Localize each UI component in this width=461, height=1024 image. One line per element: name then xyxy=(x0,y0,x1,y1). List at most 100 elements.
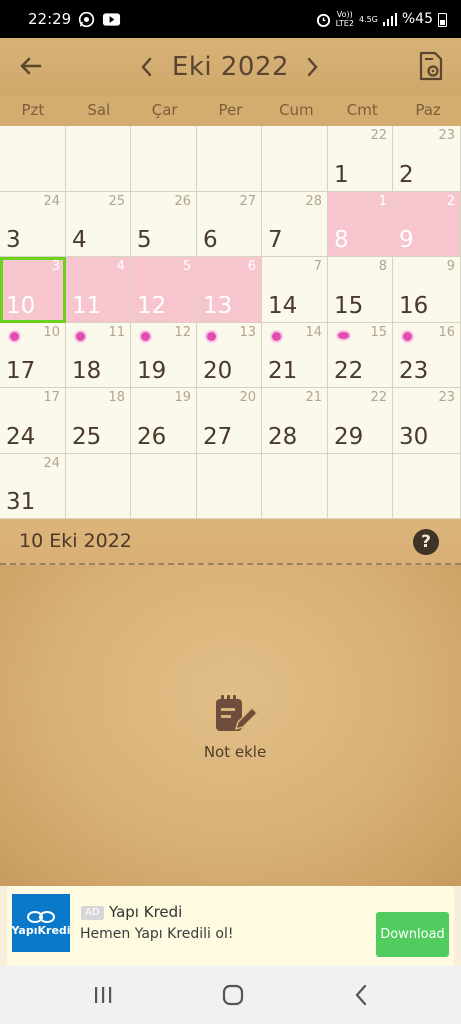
ad-banner[interactable]: YapıKredi AD Yapı Kredi Hemen Yapı Kredi… xyxy=(7,886,454,966)
day-number: 23 xyxy=(399,358,429,384)
status-time: 22:29 xyxy=(28,10,72,28)
fertility-dot-icon xyxy=(336,330,351,341)
lunar-day-number: 21 xyxy=(305,390,322,405)
day-number: 29 xyxy=(334,424,364,450)
lunar-day-number: 10 xyxy=(43,325,60,340)
lunar-day-number: 4 xyxy=(116,259,125,274)
day-cell[interactable]: 29 xyxy=(393,192,461,257)
day-number: 13 xyxy=(203,293,233,319)
empty-day-cell xyxy=(131,454,197,519)
calendar-grid: 22 1 23 2 24 3 25 4 26 5 27 6 28 7 1 8 2 9 3 10 4 11 5 12 6 13 7 14… xyxy=(0,126,461,519)
day-cell[interactable]: 18 25 xyxy=(66,388,131,454)
day-number: 18 xyxy=(72,358,102,384)
day-cell[interactable]: 7 14 xyxy=(262,257,328,323)
day-number: 15 xyxy=(334,293,364,319)
day-cell[interactable]: 19 26 xyxy=(131,388,197,454)
day-cell[interactable]: 6 13 xyxy=(197,257,262,323)
lunar-day-number: 8 xyxy=(378,259,387,274)
day-cell[interactable]: 4 11 xyxy=(66,257,131,323)
weekday-label: Cmt xyxy=(346,101,378,119)
fertility-dot-icon xyxy=(74,330,87,343)
lunar-day-number: 24 xyxy=(43,456,60,471)
day-number: 1 xyxy=(334,162,349,188)
lunar-day-number: 3 xyxy=(51,259,60,274)
day-cell[interactable]: 20 27 xyxy=(197,388,262,454)
empty-day-cell xyxy=(66,126,131,192)
status-bar: 22:29 Vo)) LTE2 4.5G %45 xyxy=(0,0,461,38)
whatsapp-icon xyxy=(79,11,95,27)
day-cell[interactable]: 22 1 xyxy=(328,126,393,192)
day-cell[interactable]: 12 19 xyxy=(131,323,197,388)
day-cell[interactable]: 23 2 xyxy=(393,126,461,192)
back-nav-icon[interactable] xyxy=(350,982,372,1008)
fertility-dot-icon xyxy=(270,330,283,343)
volte-indicator: Vo)) LTE2 xyxy=(335,10,354,28)
fertility-dot-icon xyxy=(401,330,414,343)
lunar-day-number: 25 xyxy=(108,194,125,209)
chevron-right-icon[interactable] xyxy=(303,54,323,80)
day-number: 30 xyxy=(399,424,429,450)
lunar-day-number: 27 xyxy=(239,194,256,209)
lunar-day-number: 14 xyxy=(305,325,322,340)
day-cell[interactable]: 16 23 xyxy=(393,323,461,388)
day-cell[interactable]: 9 16 xyxy=(393,257,461,323)
day-number: 9 xyxy=(399,227,414,253)
day-cell[interactable]: 15 22 xyxy=(328,323,393,388)
empty-day-cell xyxy=(197,454,262,519)
advertiser-logo: YapıKredi xyxy=(11,894,71,952)
add-note-button[interactable]: Not ekle xyxy=(190,693,280,761)
day-cell[interactable]: 22 29 xyxy=(328,388,393,454)
day-cell[interactable]: 27 6 xyxy=(197,192,262,257)
lunar-day-number: 24 xyxy=(43,194,60,209)
day-number: 19 xyxy=(137,358,167,384)
day-cell[interactable]: 14 21 xyxy=(262,323,328,388)
day-cell[interactable]: 21 28 xyxy=(262,388,328,454)
day-cell[interactable]: 13 20 xyxy=(197,323,262,388)
help-icon[interactable]: ? xyxy=(413,529,439,555)
alarm-icon xyxy=(316,13,330,27)
day-number: 16 xyxy=(399,293,429,319)
day-cell[interactable]: 24 31 xyxy=(0,454,66,519)
chevron-left-icon[interactable] xyxy=(136,54,156,80)
month-title: Eki 2022 xyxy=(171,52,290,82)
battery-percent: %45 xyxy=(401,11,433,27)
lunar-day-number: 26 xyxy=(174,194,191,209)
day-cell[interactable]: 5 12 xyxy=(131,257,197,323)
day-cell[interactable]: 10 17 xyxy=(0,323,66,388)
empty-day-cell xyxy=(0,126,66,192)
document-settings-icon[interactable] xyxy=(416,50,446,82)
weekday-label: Pzt xyxy=(21,101,45,119)
day-cell[interactable]: 28 7 xyxy=(262,192,328,257)
network-type: 4.5G xyxy=(358,14,378,24)
day-cell[interactable]: 11 18 xyxy=(66,323,131,388)
recent-apps-icon[interactable] xyxy=(92,982,114,1008)
app-toolbar: Eki 2022 xyxy=(0,38,461,96)
fertility-dot-icon xyxy=(205,330,218,343)
lunar-day-number: 22 xyxy=(370,390,387,405)
day-cell[interactable]: 24 3 xyxy=(0,192,66,257)
arrow-left-icon[interactable] xyxy=(16,51,46,81)
day-number: 3 xyxy=(6,227,21,253)
day-cell[interactable]: 23 30 xyxy=(393,388,461,454)
lunar-day-number: 28 xyxy=(305,194,322,209)
notes-area: Not ekle xyxy=(0,565,461,886)
day-cell[interactable]: 26 5 xyxy=(131,192,197,257)
day-cell[interactable]: 8 15 xyxy=(328,257,393,323)
day-cell[interactable]: 18 xyxy=(328,192,393,257)
add-note-label: Not ekle xyxy=(203,743,267,761)
weekday-label: Çar xyxy=(151,101,178,119)
lunar-day-number: 9 xyxy=(446,259,455,274)
notes-header: 10 Eki 2022 ? xyxy=(0,519,461,565)
day-number: 2 xyxy=(399,162,414,188)
day-number: 17 xyxy=(6,358,36,384)
day-number: 27 xyxy=(203,424,233,450)
signal-icon xyxy=(382,12,397,26)
empty-day-cell xyxy=(66,454,131,519)
day-cell[interactable]: 25 4 xyxy=(66,192,131,257)
download-button[interactable]: Download xyxy=(376,912,449,957)
day-cell[interactable]: 3 10 xyxy=(0,257,66,323)
day-cell[interactable]: 17 24 xyxy=(0,388,66,454)
bank-logo-icon xyxy=(27,910,55,923)
lunar-day-number: 7 xyxy=(313,259,322,274)
home-icon[interactable] xyxy=(220,982,246,1008)
